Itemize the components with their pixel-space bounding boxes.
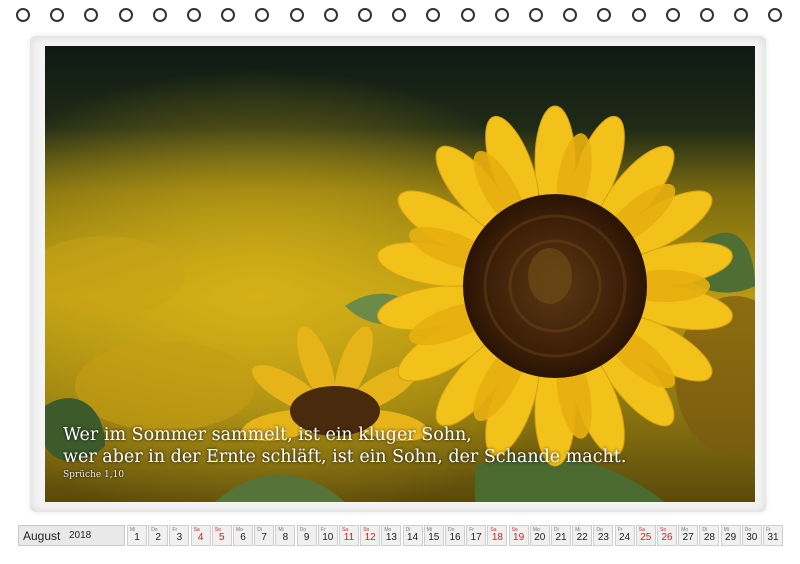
binding-ring: [426, 8, 441, 22]
binding-ring: [563, 8, 578, 22]
binding-ring: [152, 8, 167, 22]
day-number: 10: [322, 532, 334, 543]
calendar-day: Do 23: [593, 525, 614, 546]
quote-source: Sprüche 1,10: [63, 470, 125, 480]
calendar-day: So 5: [211, 525, 232, 546]
binding-ring: [221, 8, 236, 22]
calendar-day: Fr 3: [169, 525, 190, 546]
calendar-day: Mi 15: [423, 525, 444, 546]
day-number: 9: [303, 532, 310, 543]
quote-line-1: Wer im Sommer sammelt, ist ein kluger So…: [63, 425, 472, 445]
calendar-day: Fr 31: [763, 525, 783, 546]
day-number: 15: [428, 532, 440, 543]
binding-ring: [358, 8, 372, 22]
day-number: 23: [597, 532, 609, 543]
calendar-day: Mo 20: [529, 525, 550, 546]
day-number: 24: [619, 532, 631, 543]
day-number: 7: [261, 532, 267, 543]
calendar-day: Di 7: [254, 525, 275, 546]
calendar-day: Sa 25: [635, 525, 656, 546]
day-number: 21: [555, 532, 567, 543]
day-number: 5: [219, 532, 225, 543]
calendar-day: Do 30: [741, 525, 762, 546]
calendar-day: Sa 18: [487, 525, 508, 546]
binding-rings: [0, 8, 800, 30]
day-number: 27: [682, 532, 694, 543]
day-number: 25: [640, 532, 652, 543]
calendar-day: So 19: [508, 525, 529, 546]
calendar-day: So 26: [657, 525, 677, 546]
day-number: 2: [155, 532, 161, 543]
calendar-day: Do 9: [296, 525, 317, 546]
month-calendar-strip: August 2018 Mi 1 Do 2 Fr 3 Sa 4 So 5 Mo 6 Di 7 Mi 8 Do 9 F…: [18, 525, 783, 546]
year-label: 2018: [69, 530, 92, 541]
month-label: August 2018: [18, 525, 125, 546]
day-number: 19: [513, 532, 525, 543]
binding-ring: [734, 8, 749, 22]
quote-text: Wer im Sommer sammelt, ist ein kluger So…: [63, 424, 626, 468]
binding-ring: [460, 8, 475, 22]
binding-ring: [118, 8, 133, 22]
day-number: 26: [661, 532, 673, 543]
day-number: 30: [746, 532, 758, 543]
calendar-day: Mi 1: [127, 525, 147, 546]
calendar-day: Mi 22: [572, 525, 593, 546]
calendar-day: Di 28: [699, 525, 720, 546]
calendar-day: Mi 8: [275, 525, 296, 546]
day-number: 12: [364, 532, 376, 543]
calendar-day: Sa 4: [190, 525, 211, 546]
calendar-day: Fr 17: [466, 525, 487, 546]
day-number: 22: [576, 532, 588, 543]
binding-ring: [494, 8, 509, 22]
calendar-day: So 12: [360, 525, 381, 546]
binding-ring: [187, 8, 201, 22]
calendar-day: Mo 13: [381, 525, 402, 546]
calendar-day: Fr 24: [614, 525, 635, 546]
calendar-day: Di 14: [402, 525, 423, 546]
calendar-day: Sa 11: [339, 525, 359, 546]
binding-ring: [631, 8, 646, 22]
binding-ring: [323, 8, 338, 22]
day-number: 3: [176, 532, 183, 543]
binding-ring: [700, 8, 714, 22]
day-number: 6: [240, 532, 246, 543]
day-number: 31: [767, 532, 779, 543]
binding-ring: [597, 8, 612, 22]
day-number: 29: [725, 532, 737, 543]
calendar-day: Mo 6: [233, 525, 253, 546]
day-number: 16: [449, 532, 461, 543]
calendar-day: Fr 10: [317, 525, 338, 546]
binding-ring: [289, 8, 304, 22]
day-number: 8: [282, 532, 289, 543]
day-number: 18: [491, 532, 503, 543]
calendar-day: Do 2: [148, 525, 169, 546]
binding-ring: [392, 8, 407, 22]
calendar-day: Mo 27: [678, 525, 699, 546]
binding-ring: [255, 8, 270, 22]
binding-ring: [529, 8, 543, 22]
binding-ring: [768, 8, 783, 22]
day-number: 20: [534, 532, 546, 543]
quote-line-2: wer aber in der Ernte schläft, ist ein S…: [63, 447, 627, 467]
day-number: 4: [197, 532, 204, 543]
day-number: 1: [134, 532, 140, 543]
binding-ring: [665, 8, 680, 22]
day-number: 17: [470, 532, 482, 543]
binding-ring: [84, 8, 99, 22]
day-number: 14: [407, 532, 419, 543]
calendar-day: Mi 29: [720, 525, 741, 546]
binding-ring: [50, 8, 65, 22]
calendar-day: Do 16: [445, 525, 465, 546]
month-name: August: [23, 529, 61, 543]
day-number: 11: [343, 532, 355, 543]
calendar-day: Di 21: [551, 525, 571, 546]
day-number: 28: [703, 532, 715, 543]
day-number: 13: [385, 532, 397, 543]
binding-ring: [16, 8, 30, 22]
